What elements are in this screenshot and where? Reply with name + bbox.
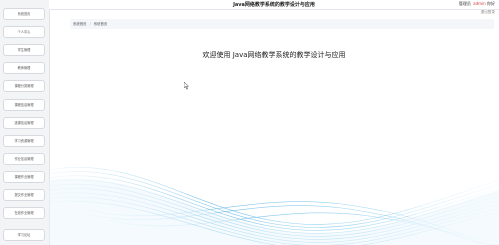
sidebar-item-students[interactable]: 学生管理 [3,44,45,56]
sidebar-item-course-info[interactable]: 课程信息管理 [3,99,45,111]
user-info: 管理员 admin 你好 [459,1,495,7]
breadcrumb: 系统首页 / 系统首页 [70,19,494,29]
sidebar-item-course-homework[interactable]: 课程作业管理 [3,171,45,183]
breadcrumb-separator: / [89,22,91,26]
sidebar-item-enrollment[interactable]: 选课信息管理 [3,117,45,129]
top-bar: Java网络教学系统的教学设计与应用 管理员 admin 你好 [49,0,499,10]
sidebar-item-home[interactable]: 系统首页 [3,8,45,20]
sidebar: 系统首页 个人中心 学生管理 教师管理 课程分类管理 课程信息管理 选课信息管理… [0,0,50,245]
sidebar-item-forum[interactable]: 学习论坛 [3,229,45,241]
wave-decoration [49,166,499,245]
sidebar-item-online-homework[interactable]: 在线作业管理 [3,207,45,219]
sidebar-item-resources[interactable]: 学习资源管理 [3,135,45,147]
sidebar-item-submissions[interactable]: 提交作业管理 [3,189,45,201]
welcome-message: 欢迎使用 Java网络教学系统的教学设计与应用 [202,51,346,59]
sidebar-item-personal-center[interactable]: 个人中心 [3,26,45,38]
sidebar-item-teachers[interactable]: 教师管理 [3,62,45,74]
sidebar-item-course-categories[interactable]: 课程分类管理 [3,80,45,92]
logout-link[interactable]: 退出登录 [481,10,495,15]
sidebar-item-homework-info[interactable]: 作业信息管理 [3,153,45,165]
greeting: 你好 [487,1,495,6]
user-role: 管理员 [458,1,471,6]
app-title: Java网络教学系统的教学设计与应用 [233,2,315,8]
username: admin [473,1,486,6]
breadcrumb-current: 系统首页 [93,22,108,26]
breadcrumb-home[interactable]: 系统首页 [73,22,87,26]
mouse-cursor-icon [184,82,190,90]
